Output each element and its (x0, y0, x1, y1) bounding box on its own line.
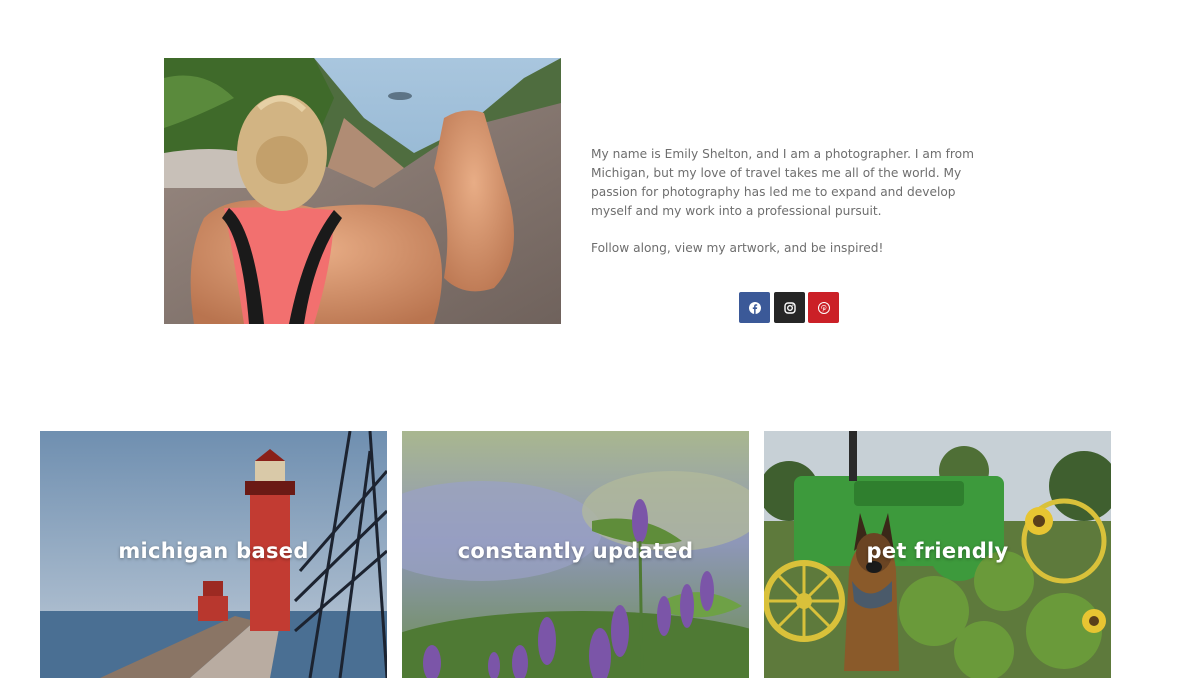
card-title: michigan based (118, 539, 309, 563)
card-title: pet friendly (866, 539, 1009, 563)
pet-friendly-card[interactable]: pet friendly (764, 431, 1111, 678)
instagram-icon (783, 301, 796, 314)
card-title: constantly updated (457, 539, 694, 563)
pinterest-icon (817, 301, 830, 314)
pinterest-button[interactable] (808, 292, 839, 323)
facebook-icon (748, 301, 761, 314)
instagram-button[interactable] (774, 292, 805, 323)
hero-photo (164, 58, 561, 324)
follow-paragraph: Follow along, view my artwork, and be in… (591, 241, 884, 255)
michigan-based-card[interactable]: michigan based (40, 431, 387, 678)
about-text: My name is Emily Shelton, and I am a pho… (591, 145, 991, 258)
facebook-button[interactable] (739, 292, 770, 323)
constantly-updated-card[interactable]: constantly updated (402, 431, 749, 678)
bio-paragraph: My name is Emily Shelton, and I am a pho… (591, 147, 974, 218)
